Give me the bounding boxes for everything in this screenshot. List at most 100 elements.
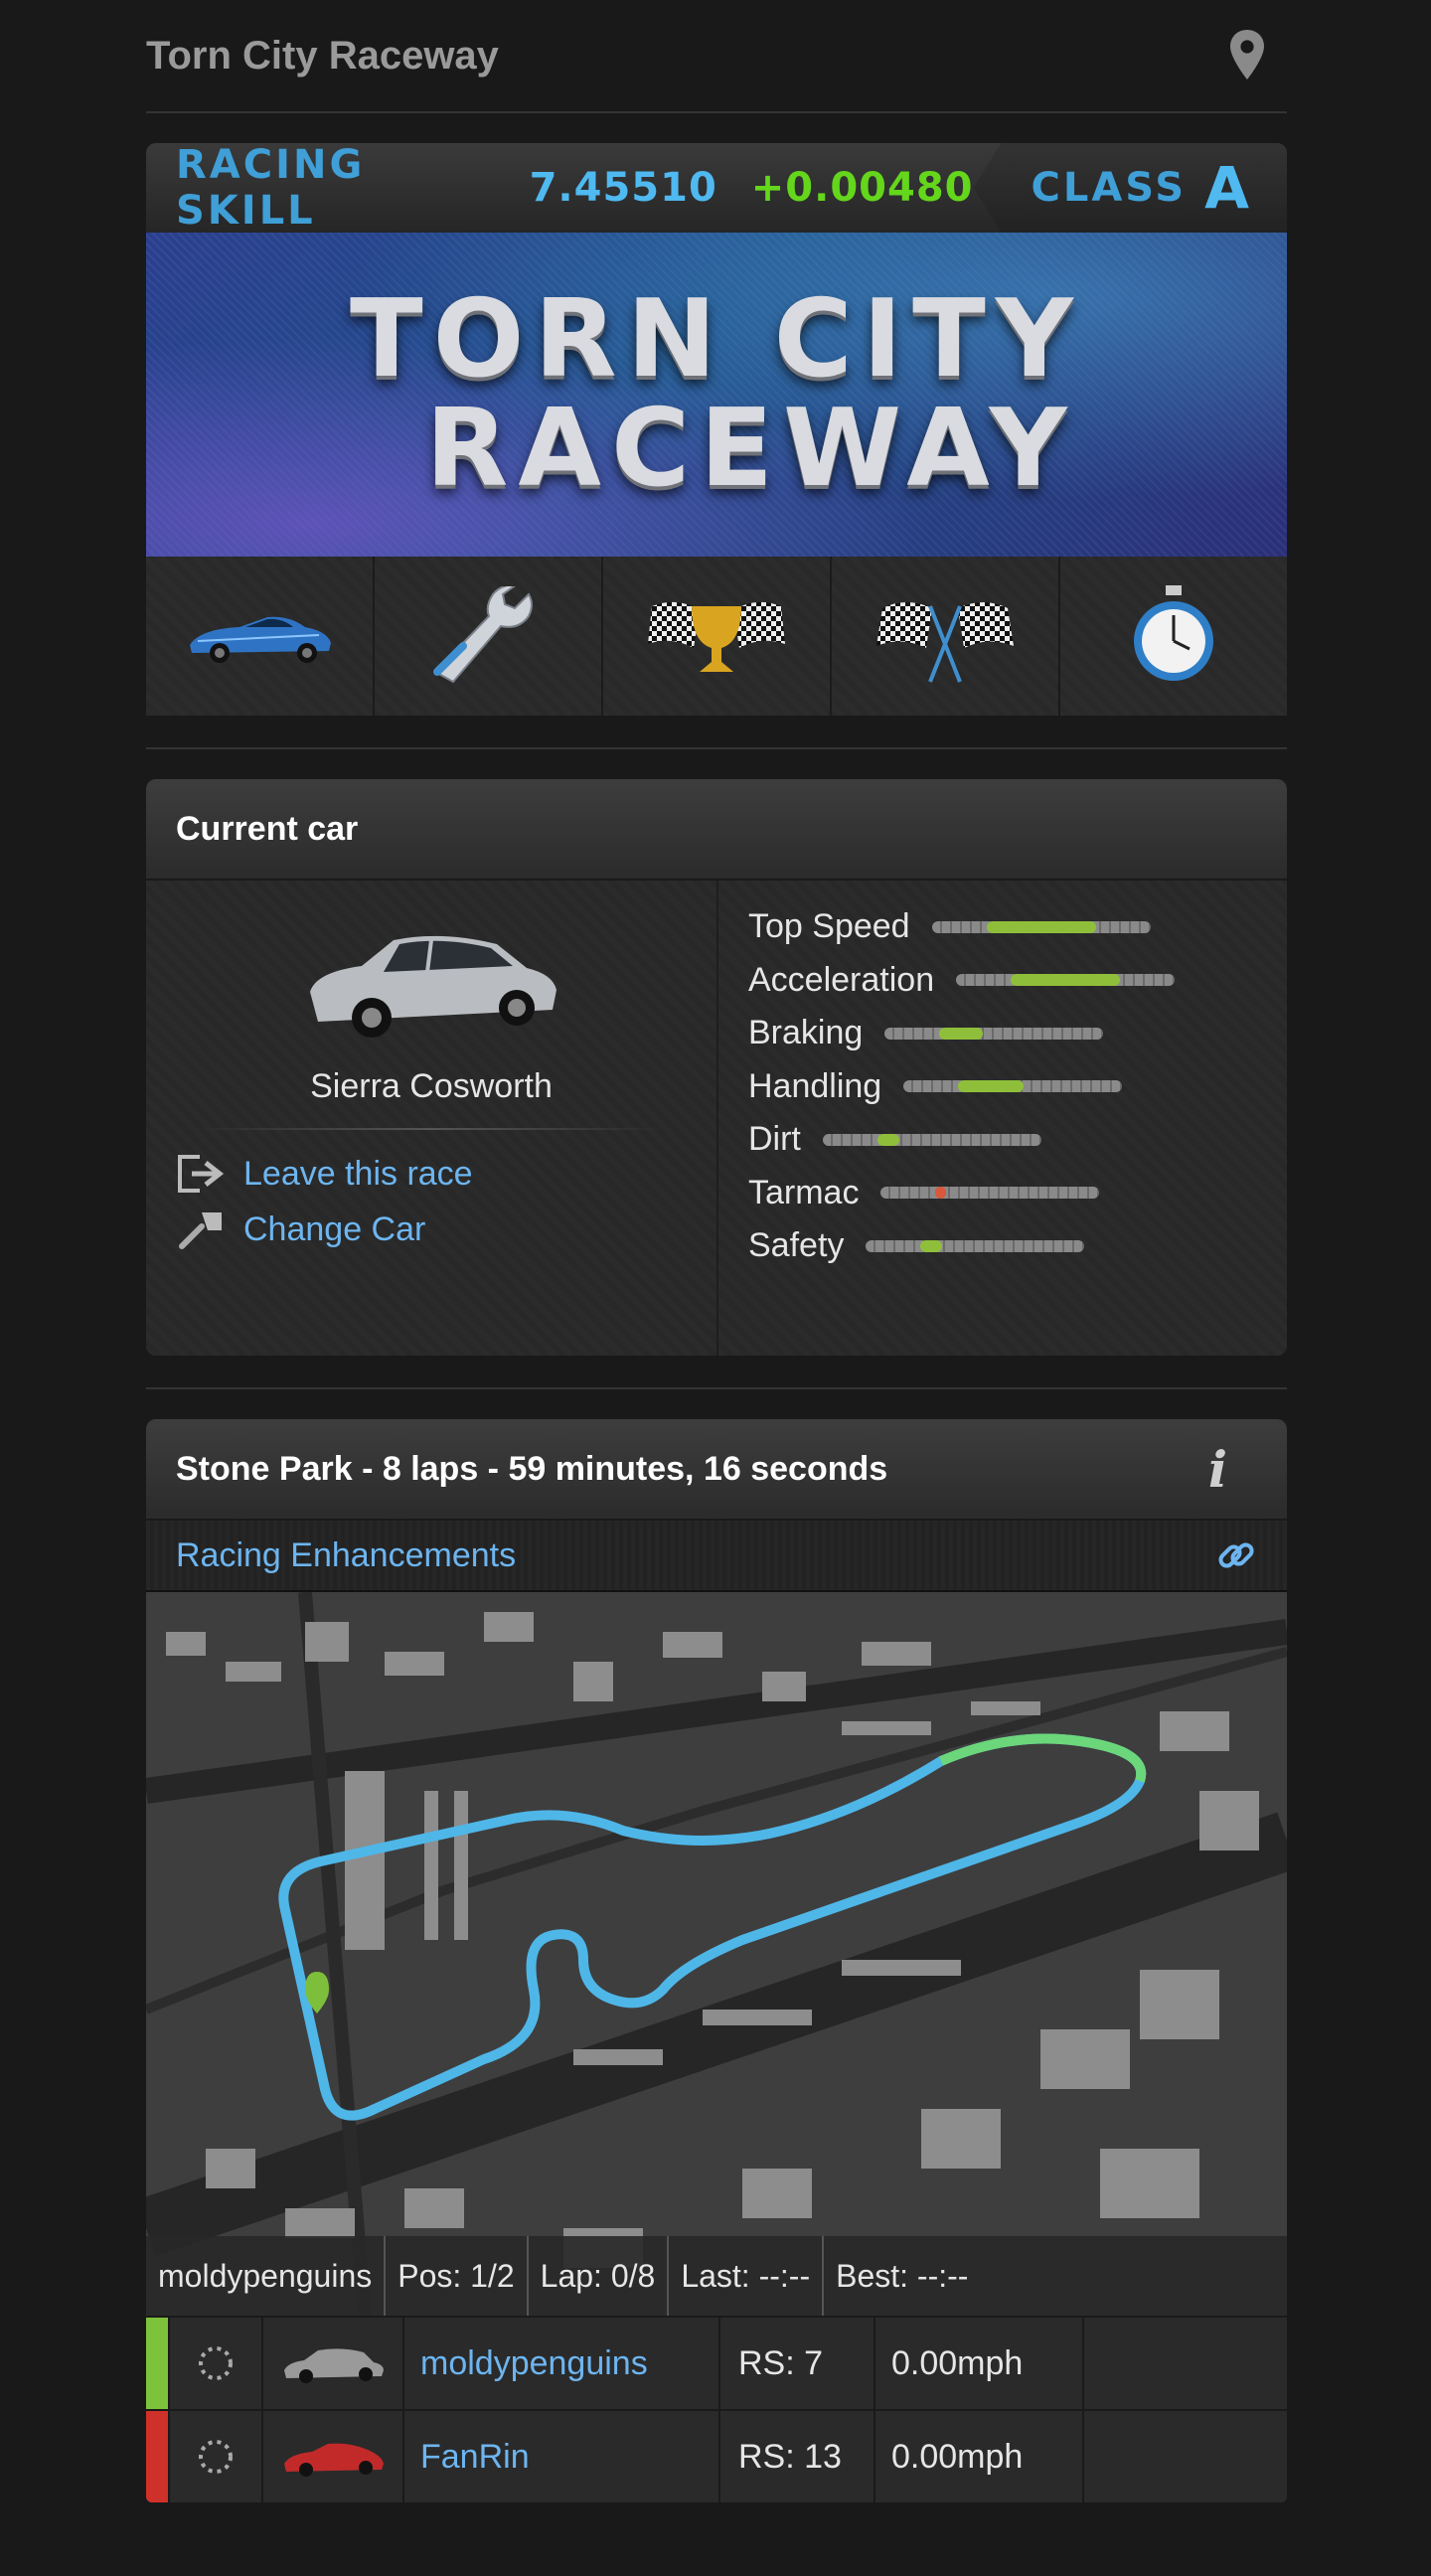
racer-car-icon xyxy=(263,2318,404,2409)
banner-line-1: TORN CITY xyxy=(350,277,1083,402)
change-car-label: Change Car xyxy=(243,1209,426,1248)
raceway-header: RACING SKILL 7.45510 +0.00480 CLASS A TO… xyxy=(146,143,1287,716)
race-car-icon xyxy=(190,616,331,663)
nav-custom-events[interactable] xyxy=(832,557,1060,716)
nav-statistics[interactable] xyxy=(1060,557,1287,716)
class-value: A xyxy=(1204,154,1249,222)
exit-icon xyxy=(178,1155,225,1193)
racing-skill-value: 7.45510 xyxy=(529,165,717,211)
racer-color-bar xyxy=(146,2318,170,2409)
stat-fill xyxy=(958,1080,1025,1093)
stat-fill xyxy=(986,920,1096,933)
stat-bar xyxy=(884,1027,1104,1040)
divider xyxy=(146,1387,1287,1389)
stat-acceleration: Acceleration xyxy=(748,954,1257,1008)
stat-fill xyxy=(939,1027,984,1040)
stat-label: Dirt xyxy=(748,1120,801,1159)
page-title: Torn City Raceway xyxy=(146,33,499,78)
wrench-icon xyxy=(433,586,533,684)
stat-bar xyxy=(931,920,1151,933)
location-pin-icon[interactable] xyxy=(1223,28,1271,83)
key-icon xyxy=(179,1212,222,1249)
racer-row[interactable]: FanRin RS: 13 0.00mph xyxy=(146,2409,1287,2502)
racer-list: moldypenguins RS: 7 0.00mph FanRin RS: 1… xyxy=(146,2316,1287,2502)
race-panel: Stone Park - 8 laps - 59 minutes, 16 sec… xyxy=(146,1419,1287,2502)
racing-enhancements-row: Racing Enhancements xyxy=(146,1521,1287,1592)
current-car-panel: Current car Sierra Cosworth Leave this r… xyxy=(146,779,1287,1356)
stat-fill xyxy=(920,1239,943,1252)
car-stats: Top Speed Acceleration Braking Handling … xyxy=(718,881,1287,1356)
car-image xyxy=(310,935,556,1038)
stat-bar xyxy=(956,974,1176,987)
current-car-header: Current car xyxy=(146,779,1287,881)
stat-dirt: Dirt xyxy=(748,1113,1257,1167)
stat-fill xyxy=(876,1133,899,1146)
stat-fill xyxy=(1011,974,1121,987)
stat-tarmac: Tarmac xyxy=(748,1167,1257,1220)
stat-label: Tarmac xyxy=(748,1173,860,1211)
link-icon[interactable] xyxy=(1215,1534,1257,1576)
stat-label: Top Speed xyxy=(748,907,910,946)
divider xyxy=(146,747,1287,749)
leave-race-link[interactable]: Leave this race xyxy=(176,1146,473,1202)
loading-spinner-icon xyxy=(170,2318,263,2409)
racer-name[interactable]: moldypenguins xyxy=(404,2318,720,2409)
raceway-banner: TORN CITY RACEWAY xyxy=(146,233,1287,557)
stat-bar xyxy=(822,1133,1041,1146)
stat-bar xyxy=(903,1080,1123,1093)
stopwatch-icon xyxy=(1134,585,1213,681)
stat-braking: Braking xyxy=(748,1007,1257,1060)
info-icon[interactable]: i xyxy=(1208,1440,1227,1499)
raceway-nav xyxy=(146,557,1287,716)
stat-fill xyxy=(935,1187,947,1200)
status-lap: Lap: 0/8 xyxy=(529,2236,670,2316)
car-summary: Sierra Cosworth Leave this race Change C… xyxy=(146,881,718,1356)
track-map-image xyxy=(146,1592,1287,2316)
divider xyxy=(198,1128,665,1130)
racer-speed: 0.00mph xyxy=(875,2318,1084,2409)
racer-color-bar xyxy=(146,2411,170,2502)
racing-enhancements-link[interactable]: Racing Enhancements xyxy=(176,1536,516,1575)
class-label: CLASS xyxy=(1031,165,1188,211)
status-position: Pos: 1/2 xyxy=(386,2236,529,2316)
racer-speed: 0.00mph xyxy=(875,2411,1084,2502)
racer-row[interactable]: moldypenguins RS: 7 0.00mph xyxy=(146,2316,1287,2409)
stat-safety: Safety xyxy=(748,1219,1257,1273)
stat-label: Acceleration xyxy=(748,960,935,999)
loading-spinner-icon xyxy=(170,2411,263,2502)
car-name: Sierra Cosworth xyxy=(310,1067,553,1105)
race-header: Stone Park - 8 laps - 59 minutes, 16 sec… xyxy=(146,1419,1287,1521)
page: Torn City Raceway RACING SKILL 7.45510 +… xyxy=(146,0,1287,2502)
current-car-title: Current car xyxy=(176,809,359,848)
page-header: Torn City Raceway xyxy=(146,0,1287,113)
class-badge: CLASS A xyxy=(973,143,1287,233)
racer-car-icon xyxy=(263,2411,404,2502)
status-player: moldypenguins xyxy=(146,2236,387,2316)
stat-label: Safety xyxy=(748,1226,845,1265)
racer-name[interactable]: FanRin xyxy=(404,2411,720,2502)
status-last-lap: Last: --:-- xyxy=(669,2236,825,2316)
change-car-link[interactable]: Change Car xyxy=(176,1202,473,1257)
trophy-flags-icon xyxy=(648,601,785,672)
racing-skill-bar: RACING SKILL 7.45510 +0.00480 CLASS A xyxy=(146,143,1287,234)
racer-empty-cell xyxy=(1084,2411,1287,2502)
checkered-flags-icon xyxy=(876,602,1014,683)
racer-skill: RS: 13 xyxy=(720,2411,875,2502)
banner-line-2: RACEWAY xyxy=(425,387,1077,511)
stat-top-speed: Top Speed xyxy=(748,900,1257,954)
nav-cars[interactable] xyxy=(146,557,375,716)
racing-skill-label: RACING SKILL xyxy=(176,143,366,234)
racer-skill: RS: 7 xyxy=(720,2318,875,2409)
racer-empty-cell xyxy=(1084,2318,1287,2409)
status-best-lap: Best: --:-- xyxy=(836,2257,969,2294)
racing-skill-delta: +0.00480 xyxy=(750,165,974,211)
leave-race-label: Leave this race xyxy=(243,1154,473,1193)
track-map: moldypenguins Pos: 1/2 Lap: 0/8 Last: --… xyxy=(146,1592,1287,2316)
stat-handling: Handling xyxy=(748,1060,1257,1114)
stat-bar xyxy=(880,1187,1100,1200)
stat-label: Handling xyxy=(748,1066,882,1105)
nav-official-events[interactable] xyxy=(603,557,832,716)
stat-bar xyxy=(866,1239,1085,1252)
race-title: Stone Park - 8 laps - 59 minutes, 16 sec… xyxy=(176,1449,888,1488)
nav-parts[interactable] xyxy=(375,557,603,716)
